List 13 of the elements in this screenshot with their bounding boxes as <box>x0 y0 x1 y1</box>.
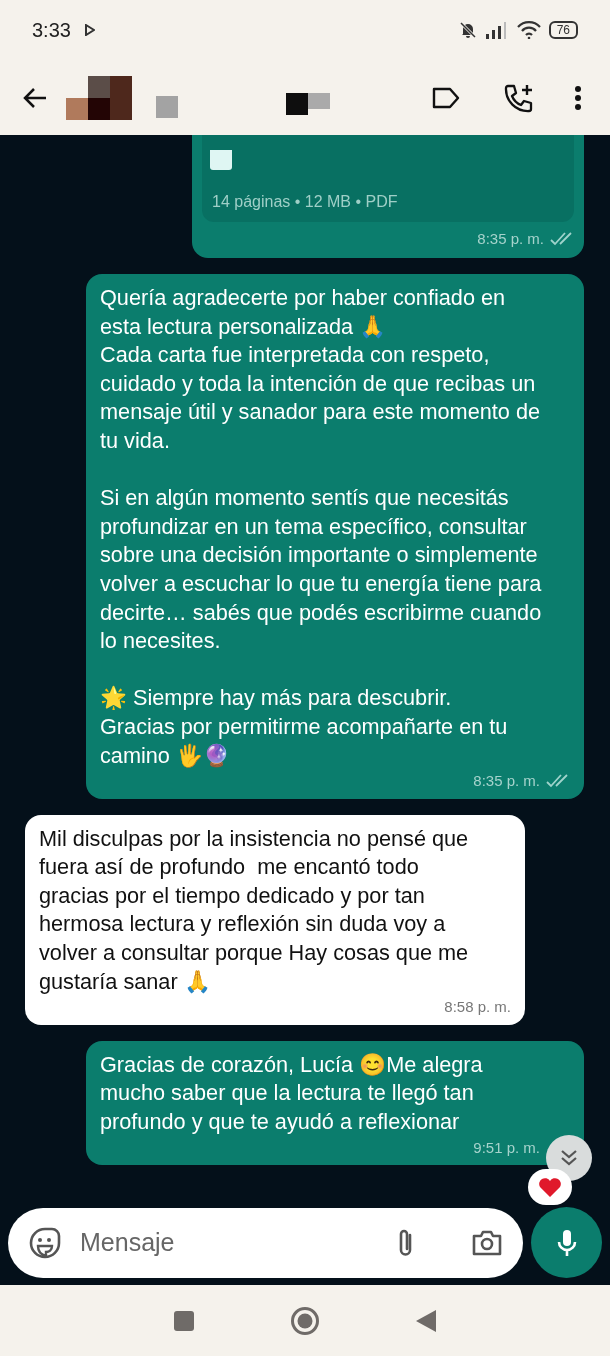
message-input: Mensaje <box>80 1223 395 1262</box>
status-time: 3:33 <box>32 18 71 43</box>
message-input-field[interactable]: Mensaje <box>8 1207 523 1278</box>
message-time: 8:35 p. m. <box>477 228 544 249</box>
document-details: 14 páginas • 12 MB • PDF <box>212 192 398 210</box>
message-time: 9:51 p. m. <box>473 1137 540 1158</box>
message-time: 8:58 p. m. <box>444 997 511 1018</box>
message-text: Gracias de corazón, Lucía 😊Me alegra mucho saber que la lectura te llegó tan profundo y que te ayudó a reflexionar <box>100 1050 484 1136</box>
message-text: Mil disculpas por la insistencia no pensé que fuera así de profundo me encantó todo gracias por el tiempo dedicado y por tan hermosa lectura y reflexión sin duda voy a volver a consultar porque Hay cosas que me gustaría sanar 🙏 <box>39 824 470 996</box>
battery-indicator: 76 <box>548 21 578 39</box>
document-card[interactable]: 14 páginas • 12 MB • PDF <box>202 135 574 222</box>
message-time: 8:35 p. m. <box>473 771 540 792</box>
message-text: Quería agradecerte por haber confiado en esta lectura personalizada 🙏 Cada carta fue interpretada con respeto, cuidado y toda la intención de que recibas un mensaje útil y sanador para este momento de tu vida. Si en algún momento sentís que necesitás profundizar en un tema específico, consultar sobre una decisión importante o simplemente volver a escuchar lo que tu energía tiene para decirte… sabés que podés escribirme cuando lo necesites. 🌟 Siempre hay más para descubrir. Gracias por permitirme acompañarte en tu camino 🖐🔮 <box>100 284 543 770</box>
